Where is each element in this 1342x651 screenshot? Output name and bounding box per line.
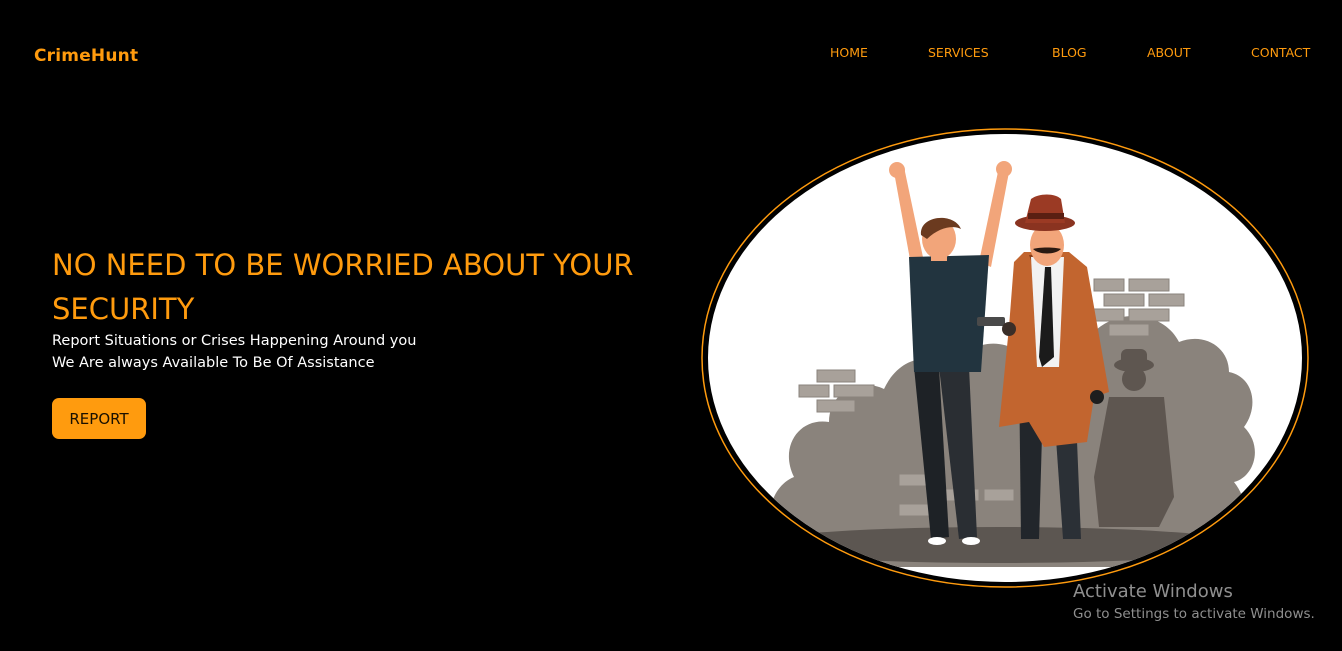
nav-services-link[interactable]: SERVICES xyxy=(928,45,989,60)
detective-arrest-illustration xyxy=(701,128,1309,588)
main-nav: HOME SERVICES BLOG ABOUT CONTACT xyxy=(0,45,1342,61)
hero-subtitle-line1: Report Situations or Crises Happening Ar… xyxy=(52,333,417,349)
hero-subtitle-line2: We Are always Available To Be Of Assista… xyxy=(52,355,375,371)
watermark-subtitle: Go to Settings to activate Windows. xyxy=(1073,606,1315,622)
nav-contact-link[interactable]: CONTACT xyxy=(1251,45,1310,60)
nav-about-link[interactable]: ABOUT xyxy=(1147,45,1191,60)
hero-title: NO NEED TO BE WORRIED ABOUT YOUR SECURIT… xyxy=(52,248,634,326)
nav-home-link[interactable]: HOME xyxy=(830,45,868,60)
page: CrimeHunt HOME SERVICES BLOG ABOUT CONTA… xyxy=(0,0,1342,651)
nav-blog-link[interactable]: BLOG xyxy=(1052,45,1087,60)
report-button[interactable]: REPORT xyxy=(52,398,146,439)
watermark-title: Activate Windows xyxy=(1073,581,1233,602)
windows-activation-watermark: Activate Windows Go to Settings to activ… xyxy=(1073,580,1315,624)
